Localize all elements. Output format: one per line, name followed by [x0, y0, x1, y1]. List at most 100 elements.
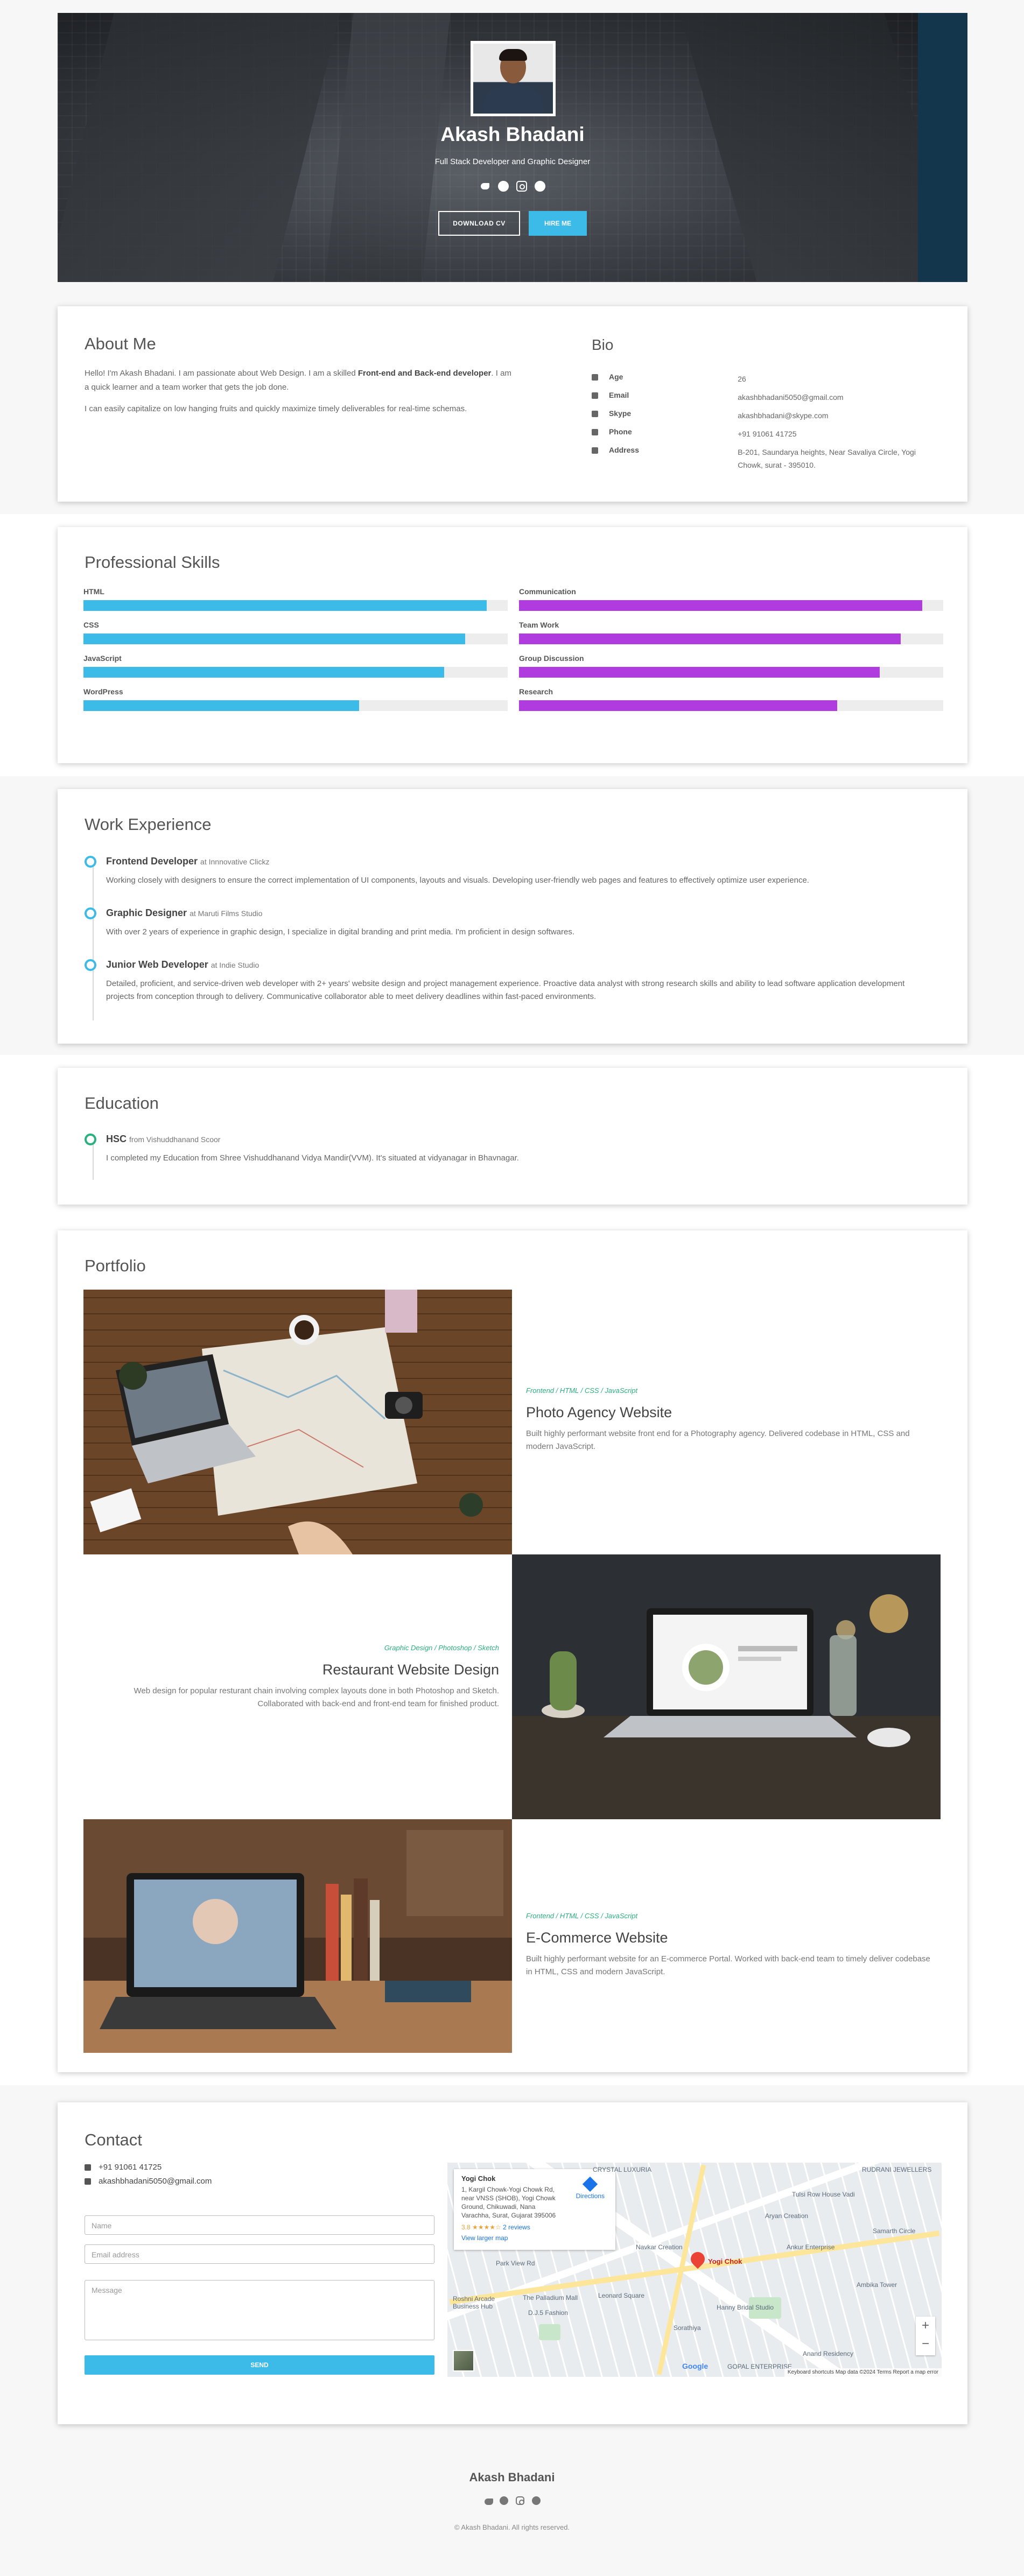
map-label: Anand Residency	[803, 2350, 854, 2357]
contact-phone-text: +91 91061 41725	[99, 2163, 162, 2172]
job-company: at Innnovative Clickz	[200, 857, 270, 866]
google-logo: Google	[682, 2362, 709, 2370]
portfolio-title: Portfolio	[85, 1256, 146, 1275]
job-company: at Maruti Films Studio	[190, 909, 263, 918]
hire-me-button[interactable]: HIRE ME	[529, 211, 587, 236]
school: from Vishuddhanand Scoor	[129, 1135, 221, 1144]
portfolio-item-title[interactable]: E-Commerce Website	[526, 1930, 935, 1946]
footer-social-links	[0, 2496, 1024, 2505]
portfolio-item: Frontend / HTML / CSS / JavaScript E-Com…	[526, 1912, 935, 1979]
zoom-in-button[interactable]: +	[916, 2317, 935, 2335]
skill-progress-bar	[83, 667, 444, 678]
phone-icon	[592, 429, 598, 435]
view-larger-map-link[interactable]: View larger map	[461, 2234, 608, 2242]
map-satellite-toggle[interactable]	[453, 2350, 474, 2371]
map-reviews-link[interactable]: 2 reviews	[503, 2223, 530, 2231]
bio-row-age: Age 26	[592, 372, 942, 385]
bio-title: Bio	[592, 336, 614, 353]
portfolio-item: Graphic Design / Photoshop / Sketch Rest…	[90, 1644, 499, 1711]
instagram-icon[interactable]	[516, 2496, 524, 2505]
portfolio-item-description: Built highly performant website front en…	[526, 1429, 910, 1451]
skill-track	[83, 700, 508, 711]
phone-icon	[85, 2164, 91, 2171]
timeline-dot-icon	[85, 907, 96, 919]
map-zoom-control[interactable]: + −	[916, 2317, 935, 2355]
job-description: Working closely with designers to ensure…	[106, 876, 809, 885]
contact-section: Contact +91 91061 41725 akashbhadani5050…	[58, 2102, 967, 2424]
bio-key: Address	[608, 446, 639, 454]
map-park	[539, 2324, 560, 2340]
skill-progress-bar	[83, 600, 487, 611]
name-input[interactable]: Name	[85, 2215, 434, 2235]
contact-email: akashbhadani5050@gmail.com	[85, 2177, 212, 2186]
twitter-icon[interactable]	[480, 181, 490, 192]
facebook-icon[interactable]	[498, 181, 509, 192]
github-icon[interactable]	[532, 2496, 541, 2505]
portfolio-item-title[interactable]: Restaurant Website Design	[90, 1662, 499, 1678]
map-label: Hanny Bridal Studio	[717, 2304, 774, 2311]
social-links	[58, 181, 967, 192]
calendar-icon	[592, 374, 598, 381]
bio-key: Email	[608, 391, 629, 399]
zoom-out-button[interactable]: −	[916, 2335, 935, 2353]
portfolio-image-restaurant[interactable]	[512, 1554, 941, 1819]
skill-progress-bar	[83, 700, 360, 711]
map-label: Sorathiya	[674, 2324, 701, 2332]
avatar	[471, 41, 556, 116]
map-label: Ambika Tower	[857, 2281, 897, 2289]
location-icon	[592, 447, 598, 454]
map-label: D.J.5 Fashion	[528, 2309, 569, 2317]
skill-label: WordPress	[83, 687, 123, 696]
education-description: I completed my Education from Shree Vish…	[106, 1153, 519, 1163]
bio-row-phone: Phone +91 91061 41725	[592, 427, 942, 440]
skill-label: Communication	[519, 587, 576, 596]
skill-progress-bar	[519, 667, 880, 678]
footer-name: Akash Bhadani	[469, 2471, 555, 2484]
map-pin-label: Yogi Chok	[708, 2257, 742, 2265]
skill-progress-bar	[519, 700, 837, 711]
portfolio-tags: Frontend / HTML / CSS / JavaScript	[526, 1386, 638, 1395]
map-label: Roshni Arcade Business Hub	[453, 2295, 495, 2310]
skill-track	[519, 600, 943, 611]
skill-html: HTML	[83, 587, 508, 611]
directions-icon	[583, 2176, 598, 2192]
skill-research: Research	[519, 687, 943, 711]
message-textarea[interactable]: Message	[85, 2280, 434, 2340]
github-icon[interactable]	[535, 181, 545, 192]
portfolio-item-title[interactable]: Photo Agency Website	[526, 1404, 935, 1421]
skill-progress-bar	[519, 634, 901, 644]
portfolio-image-photo-agency[interactable]	[83, 1290, 512, 1554]
map-attribution[interactable]: Keyboard shortcuts Map data ©2024 Terms …	[784, 2368, 942, 2377]
map-place-address: 1, Kargil Chowk-Yogi Chowk Rd, near VNSS…	[461, 2186, 556, 2219]
timeline-item: HSC from Vishuddhanand Scoor I completed…	[85, 1134, 946, 1177]
google-map[interactable]: Yogi Chok 1, Kargil Chowk-Yogi Chowk Rd,…	[447, 2163, 942, 2377]
skill-team-work: Team Work	[519, 621, 943, 644]
job-description: With over 2 years of experience in graph…	[106, 927, 574, 937]
skype-icon	[592, 411, 598, 417]
skill-communication: Communication	[519, 587, 943, 611]
skill-javascript: JavaScript	[83, 654, 508, 678]
skills-title: Professional Skills	[85, 553, 220, 572]
download-cv-button[interactable]: DOWNLOAD CV	[438, 211, 520, 236]
skill-css: CSS	[83, 621, 508, 644]
bio-row-email: Email akashbhadani5050@gmail.com	[592, 391, 942, 404]
map-rating: 3.8 ★★★★☆	[461, 2223, 501, 2231]
skill-label: CSS	[83, 621, 99, 629]
about-section: About Me Hello! I'm Akash Bhadani. I am …	[58, 306, 967, 502]
send-button[interactable]: SEND	[85, 2355, 434, 2375]
bio-key: Skype	[608, 409, 632, 418]
bio-value: +91 91061 41725	[738, 430, 797, 438]
map-label: CRYSTAL LUXURIA	[593, 2166, 652, 2173]
portfolio-tags: Graphic Design / Photoshop / Sketch	[384, 1644, 499, 1652]
map-label: Ankur Enterprise	[787, 2243, 835, 2251]
bio-row-address: Address B-201, Saundarya heights, Near Sa…	[592, 446, 942, 471]
map-label: Samarth Circle	[873, 2227, 916, 2235]
portfolio-section: Portfolio Frontend / HTML / CSS / JavaSc…	[58, 1230, 967, 2072]
email-input[interactable]: Email address	[85, 2244, 434, 2264]
portfolio-image-ecommerce[interactable]	[83, 1819, 512, 2053]
instagram-icon[interactable]	[516, 181, 527, 192]
twitter-icon[interactable]	[483, 2496, 493, 2505]
skill-track	[519, 667, 943, 678]
map-directions-link[interactable]: Directions	[576, 2176, 605, 2200]
facebook-icon[interactable]	[500, 2496, 508, 2505]
